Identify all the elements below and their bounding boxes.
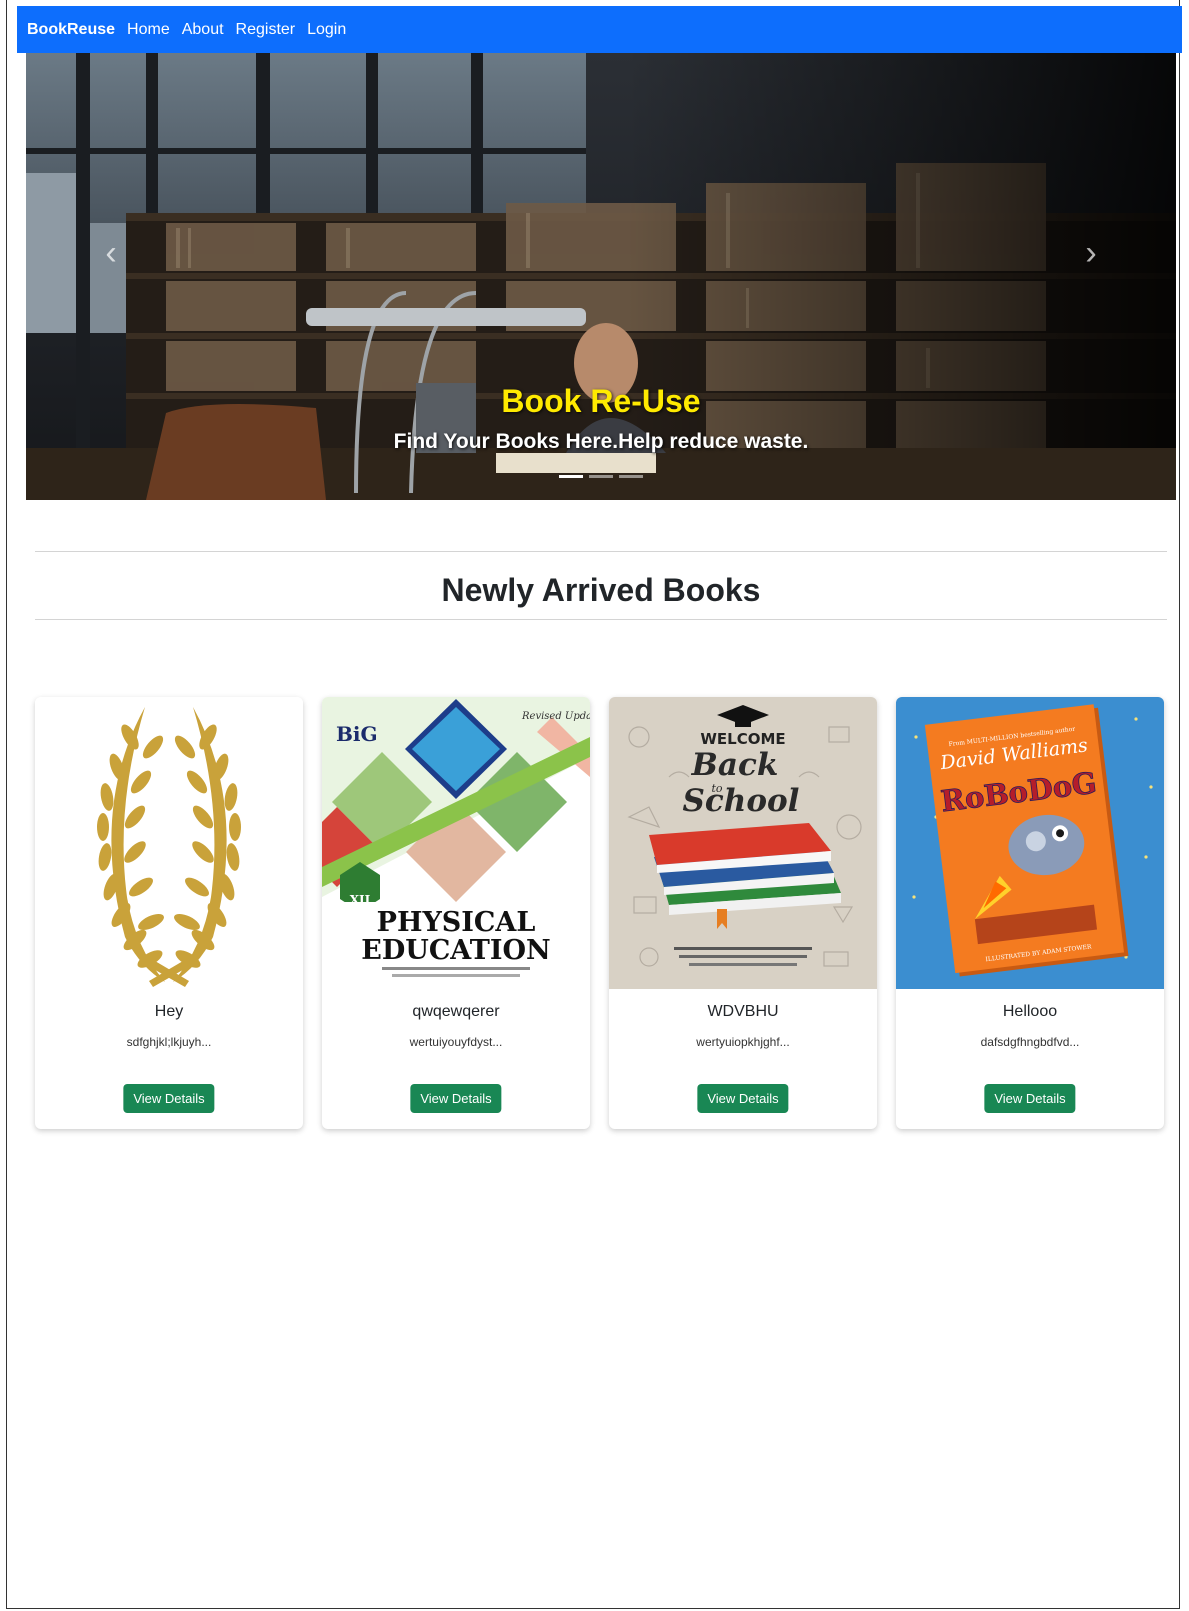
chevron-right-icon: ›	[1085, 233, 1097, 272]
book-card: Hey sdfghjkl;lkjuyh... View Details	[35, 697, 303, 1129]
hero-subtitle: Find Your Books Here.Help reduce waste.	[393, 430, 809, 453]
chevron-left-icon: ‹	[105, 233, 117, 272]
book-cover-image	[35, 697, 303, 989]
laurel-wreath-icon	[35, 697, 303, 989]
nav-home-link[interactable]: Home	[127, 21, 170, 39]
hero-carousel: ‹ › Book Re-Use Find Your Books Here.Hel…	[26, 53, 1176, 500]
book-cover-image: From MULTI-MILLION bestselling author Da…	[896, 697, 1164, 989]
carousel-indicators	[26, 475, 1176, 478]
divider-bottom	[35, 619, 1167, 620]
book-title: Hellooo	[1002, 1003, 1058, 1020]
book-card: From MULTI-MILLION bestselling author Da…	[896, 697, 1164, 1129]
book-description: sdfghjkl;lkjuyh...	[126, 1035, 212, 1049]
nav-about-link[interactable]: About	[182, 21, 224, 39]
brand-link[interactable]: BookReuse	[27, 21, 115, 39]
cover-title-1: PHYSICAL	[377, 907, 536, 938]
section-title: Newly Arrived Books	[441, 572, 761, 608]
divider-top	[35, 551, 1167, 552]
book-description: dafsdgfhngbdfvd...	[980, 1035, 1080, 1049]
cover-title-2: EDUCATION	[361, 935, 550, 966]
book-title: Hey	[154, 1003, 184, 1020]
hero-title: Book Re-Use	[501, 383, 701, 419]
view-details-button[interactable]: View Details	[984, 1084, 1076, 1113]
carousel-indicator-2[interactable]	[589, 475, 613, 478]
cover-class: XII	[350, 893, 371, 907]
book-cover-image: BiG Revised Updated XII PHYSICAL EDUCATI…	[322, 697, 590, 989]
book-description: wertuiyouyfdyst...	[409, 1035, 503, 1049]
cover-welcome: WELCOME	[700, 730, 785, 748]
view-details-button[interactable]: View Details	[410, 1084, 502, 1113]
carousel-indicator-3[interactable]	[619, 475, 643, 478]
view-details-button[interactable]: View Details	[697, 1084, 789, 1113]
book-title: WDVBHU	[707, 1003, 779, 1020]
nav-register-link[interactable]: Register	[236, 21, 296, 39]
book-description: wertyuiopkhjghf...	[696, 1035, 790, 1049]
book-list: Hey sdfghjkl;lkjuyh... View Details BiG …	[35, 697, 1167, 1129]
nav-login-link[interactable]: Login	[307, 21, 346, 39]
book-title: qwqewqerer	[412, 1003, 500, 1020]
cover-school: School	[683, 783, 800, 819]
cover-brand: BiG	[336, 722, 378, 746]
carousel-next-button[interactable]: ›	[1066, 223, 1116, 283]
carousel-prev-button[interactable]: ‹	[86, 223, 136, 283]
book-card: BiG Revised Updated XII PHYSICAL EDUCATI…	[322, 697, 590, 1129]
carousel-indicator-1[interactable]	[559, 475, 583, 478]
book-cover-image: WELCOME Back to School	[609, 697, 877, 989]
book-card: WELCOME Back to School WDVBHU wertyuiopk…	[609, 697, 877, 1129]
cover-back: Back	[691, 747, 779, 783]
cover-tag: Revised Updated	[521, 711, 590, 722]
view-details-button[interactable]: View Details	[123, 1084, 215, 1113]
navbar: BookReuse Home About Register Login	[17, 6, 1182, 53]
